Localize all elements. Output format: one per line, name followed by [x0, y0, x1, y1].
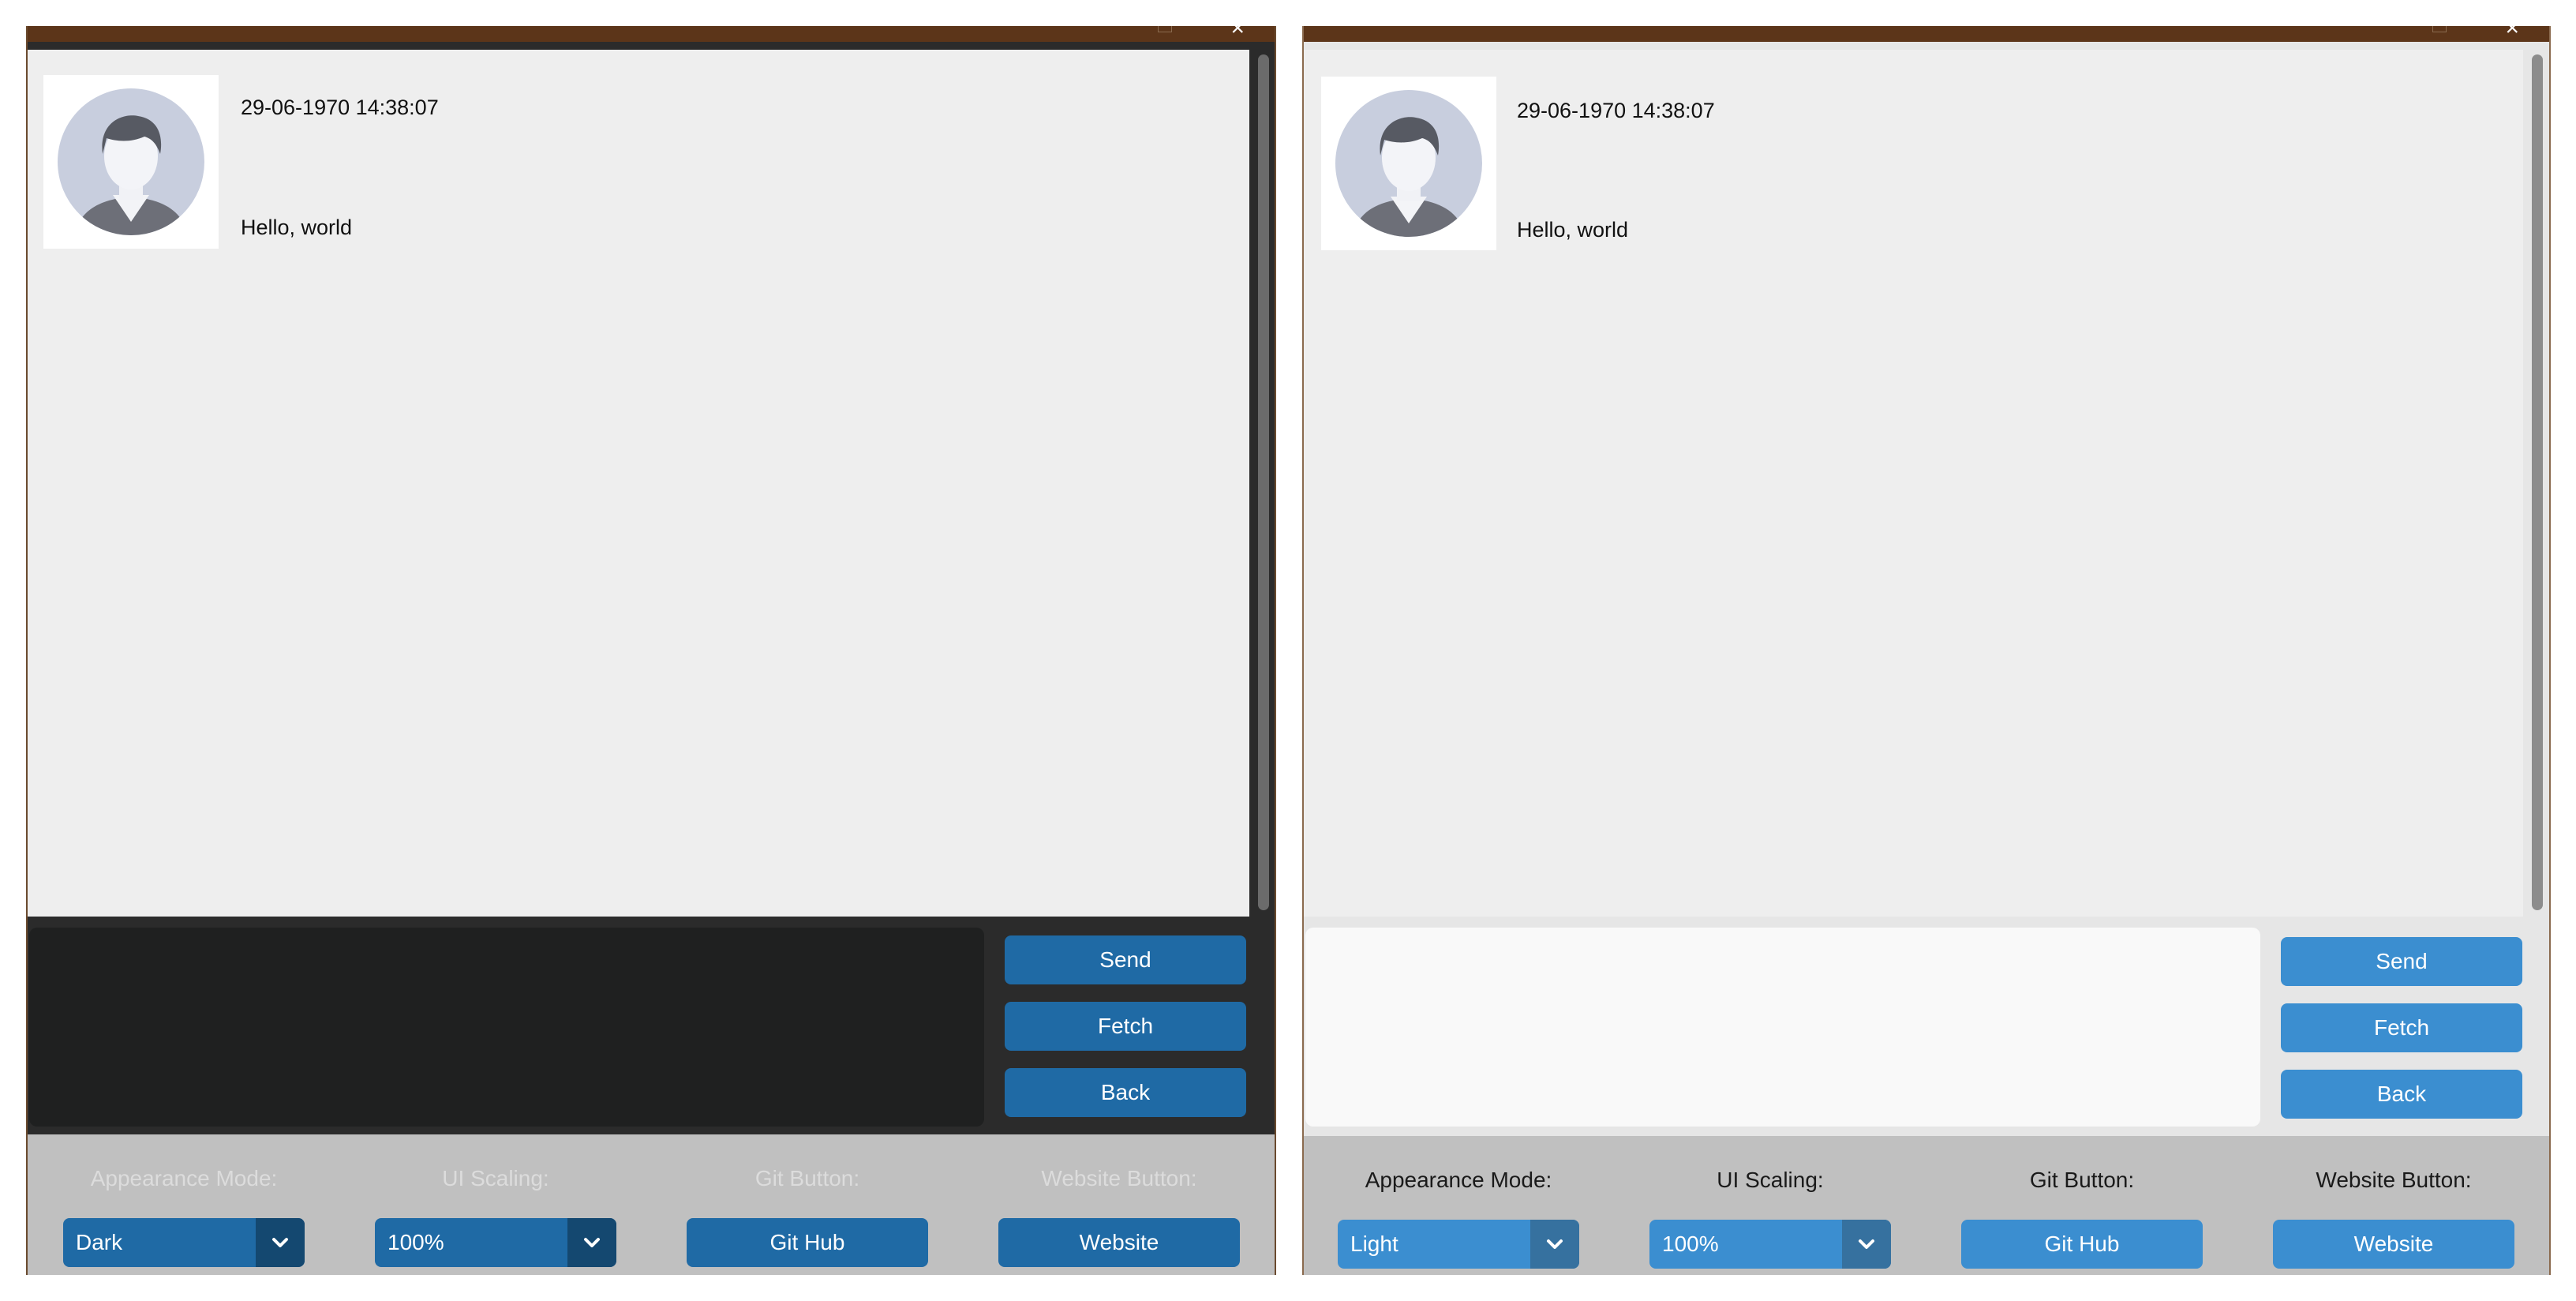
ui-scaling-value: 100% [1662, 1232, 1719, 1256]
appearance-mode-value: Dark [76, 1230, 123, 1254]
website-button[interactable]: Website [2273, 1220, 2514, 1269]
fetch-button[interactable]: Fetch [1005, 1002, 1246, 1051]
git-hub-button[interactable]: Git Hub [1961, 1220, 2203, 1269]
message-text: Hello, world [1517, 218, 1629, 242]
chat-history[interactable]: 29-06-1970 14:38:07 Hello, world [1304, 50, 2523, 917]
fetch-button[interactable]: Fetch [2281, 1003, 2522, 1052]
chat-scrollbar[interactable] [2526, 50, 2548, 917]
maximize-icon[interactable] [1158, 26, 1172, 32]
title-bar[interactable]: × [1304, 26, 2549, 42]
appearance-mode-label: Appearance Mode: [1365, 1168, 1552, 1192]
git-button-label: Git Button: [754, 1166, 860, 1190]
ui-scaling-value: 100% [388, 1230, 444, 1254]
chat-history[interactable]: 29-06-1970 14:38:07 Hello, world [28, 50, 1249, 917]
title-bar[interactable]: × [28, 26, 1275, 42]
appearance-mode-dropdown[interactable]: Dark [63, 1218, 305, 1267]
git-button-label: Git Button: [2029, 1168, 2135, 1192]
default-user-avatar-icon [1335, 90, 1482, 237]
avatar [43, 75, 219, 249]
app-window-light: × 29-06-1970 14:38:07 Hello, world Send … [1302, 26, 2551, 1275]
app-window-dark: × 29-06-1970 14:38:07 Hello, world Send … [26, 26, 1276, 1275]
settings-bar: Appearance Mode: UI Scaling: Git Button:… [1304, 1136, 2549, 1275]
scrollbar-thumb[interactable] [1258, 54, 1269, 910]
send-button[interactable]: Send [1005, 935, 1246, 984]
close-icon[interactable]: × [1230, 26, 1245, 40]
ui-scaling-label: UI Scaling: [442, 1166, 549, 1190]
default-user-avatar-icon [58, 88, 204, 235]
send-button[interactable]: Send [2281, 937, 2522, 986]
website-button[interactable]: Website [998, 1218, 1240, 1267]
appearance-mode-dropdown[interactable]: Light [1338, 1220, 1579, 1269]
chevron-down-icon[interactable] [1530, 1220, 1579, 1269]
ui-scaling-dropdown[interactable]: 100% [1649, 1220, 1891, 1269]
website-button-label: Website Button: [1041, 1166, 1197, 1190]
message-timestamp: 29-06-1970 14:38:07 [241, 96, 439, 119]
settings-bar: Appearance Mode: UI Scaling: Git Button:… [28, 1134, 1275, 1275]
message-input[interactable] [1305, 928, 2260, 1127]
website-button-label: Website Button: [2316, 1168, 2472, 1192]
message-timestamp: 29-06-1970 14:38:07 [1517, 99, 1715, 122]
message-input[interactable] [29, 928, 984, 1127]
ui-scaling-label: UI Scaling: [1717, 1168, 1824, 1192]
back-button[interactable]: Back [1005, 1068, 1246, 1117]
chat-scrollbar[interactable] [1252, 50, 1275, 917]
appearance-mode-label: Appearance Mode: [90, 1166, 278, 1190]
maximize-icon[interactable] [2432, 26, 2447, 32]
chevron-down-icon[interactable] [567, 1218, 616, 1267]
chevron-down-icon[interactable] [1842, 1220, 1891, 1269]
message-text: Hello, world [241, 216, 353, 239]
chevron-down-icon[interactable] [256, 1218, 305, 1267]
ui-scaling-dropdown[interactable]: 100% [375, 1218, 616, 1267]
appearance-mode-value: Light [1350, 1232, 1398, 1256]
scrollbar-thumb[interactable] [2532, 54, 2543, 910]
back-button[interactable]: Back [2281, 1070, 2522, 1119]
close-icon[interactable]: × [2505, 26, 2519, 40]
avatar [1321, 77, 1496, 250]
git-hub-button[interactable]: Git Hub [687, 1218, 928, 1267]
